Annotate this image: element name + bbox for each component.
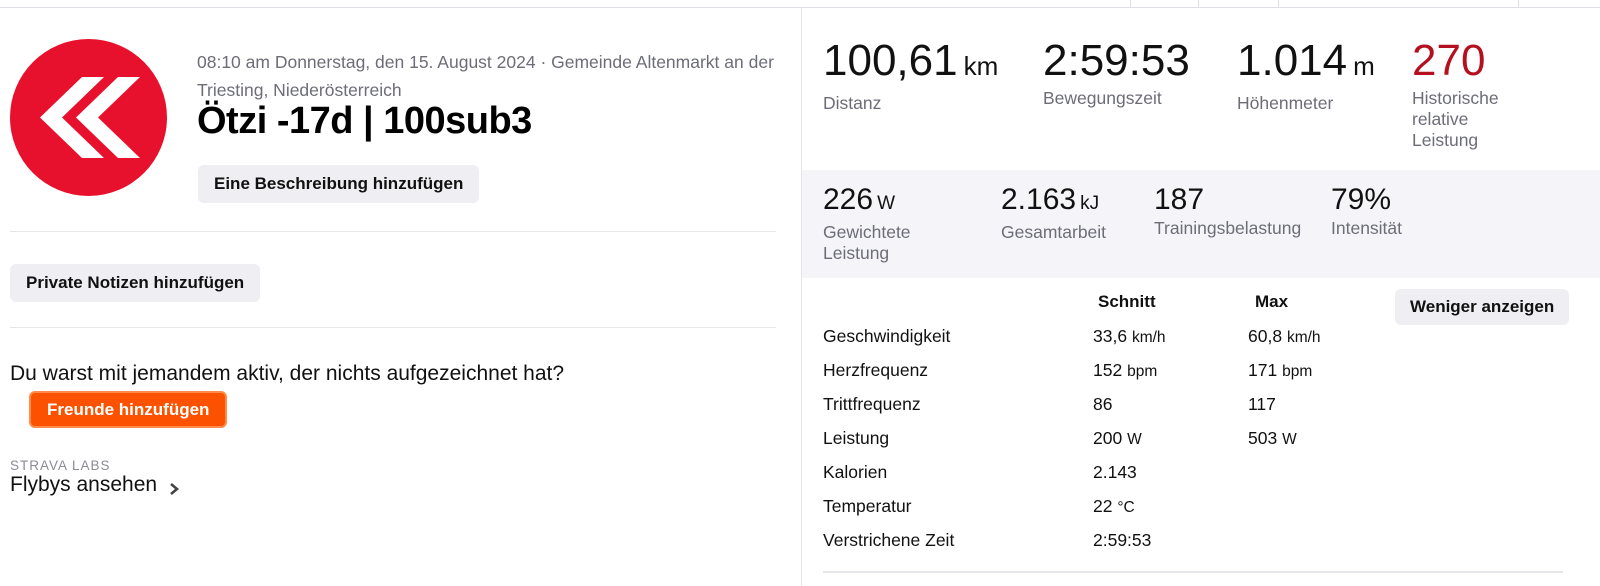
row-max-value: 171 (1248, 360, 1278, 380)
column-header-avg: Schnitt (1098, 292, 1156, 311)
row-max: 60,8 km/h (1248, 326, 1321, 347)
row-avg: 152 bpm (1093, 360, 1157, 381)
row-label: Kalorien (823, 462, 888, 482)
stat-label-line: Leistung (1412, 130, 1479, 150)
stat-value: 2.163 (1001, 183, 1077, 216)
stat-moving-time: 2:59:53 Bewegungszeit (1043, 36, 1190, 109)
row-max-unit: W (1282, 431, 1297, 448)
stat-unit: km (963, 51, 999, 81)
row-avg-value: 86 (1093, 394, 1113, 414)
stat-weighted-power: 226 W Gewichtete Leistung (823, 182, 911, 264)
stat-label: Bewegungszeit (1043, 88, 1162, 108)
stat-label: Trainingsbelastung (1154, 218, 1302, 238)
row-avg-value: 22 (1093, 496, 1113, 516)
strava-labs-tag: STRAVA LABS (10, 458, 111, 473)
stat-value: 226 (823, 183, 874, 216)
stat-value: 79% (1331, 183, 1392, 216)
activity-stats-pane: 100,61 km Distanz 2:59:53 Bewegungszeit 1… (801, 8, 1600, 586)
stat-label: Gesamtarbeit (1001, 222, 1107, 242)
stat-label: Historische relative Leistung (1412, 88, 1499, 151)
secondary-stats-band: 226 W Gewichtete Leistung 2.163 kJ Gesamta… (802, 170, 1600, 278)
table-row: Leistung 200 W 503 W (823, 428, 1383, 462)
table-row: Trittfrequenz 86 117 (823, 394, 1383, 428)
row-label: Herzfrequenz (823, 360, 929, 380)
table-row: Geschwindigkeit 33,6 km/h 60,8 km/h (823, 326, 1383, 360)
top-tab-bar (0, 0, 1600, 8)
row-max: 503 W (1248, 428, 1297, 449)
row-max-unit: km/h (1286, 329, 1321, 346)
row-max-value: 60,8 (1248, 326, 1283, 346)
friends-prompt-text: Du warst mit jemandem aktiv, der nichts … (10, 362, 565, 385)
row-avg-value: 152 (1093, 360, 1123, 380)
row-avg: 22 °C (1093, 496, 1135, 517)
row-max-value: 117 (1248, 394, 1276, 414)
column-header-max: Max (1255, 292, 1289, 311)
stat-elevation: 1.014 m Höhenmeter (1237, 36, 1375, 114)
club-chevron-logo-icon[interactable] (10, 39, 167, 196)
stat-value: 2:59:53 (1043, 36, 1190, 85)
divider (10, 327, 776, 328)
stat-training-load: 187 Trainingsbelastung (1154, 182, 1301, 239)
add-description-button[interactable]: Eine Beschreibung hinzufügen (198, 165, 480, 203)
stat-label-line: relative (1412, 109, 1469, 129)
stat-label-line: Leistung (823, 243, 890, 263)
row-max-unit: bpm (1282, 363, 1313, 380)
stat-value: 1.014 (1237, 36, 1348, 85)
row-label: Trittfrequenz (823, 394, 921, 414)
show-less-button[interactable]: Weniger anzeigen (1395, 289, 1570, 325)
stat-label: Intensität (1331, 218, 1403, 238)
add-private-notes-button[interactable]: Private Notizen hinzufügen (10, 264, 261, 302)
activity-date-location: 08:10 am Donnerstag, den 15. August 2024… (197, 52, 774, 100)
stat-label: Gewichtete Leistung (823, 222, 911, 264)
stat-intensity: 79% Intensität (1331, 182, 1402, 239)
row-avg-value: 200 (1093, 428, 1123, 448)
tab-divider (1130, 0, 1131, 7)
stat-relative-effort[interactable]: 270 Historische relative Leistung (1412, 36, 1499, 151)
row-max: 171 bpm (1248, 360, 1312, 381)
row-avg: 200 W (1093, 428, 1142, 449)
table-row: Herzfrequenz 152 bpm 171 bpm (823, 360, 1383, 394)
row-label: Verstrichene Zeit (823, 530, 955, 550)
activity-summary-pane: 08:10 am Donnerstag, den 15. August 2024… (0, 8, 800, 586)
row-avg-unit: km/h (1131, 329, 1166, 346)
row-avg-unit: W (1127, 431, 1142, 448)
stat-label-line: Gewichtete (823, 222, 911, 242)
stat-label: Höhenmeter (1237, 93, 1334, 113)
row-label: Leistung (823, 428, 890, 448)
add-friends-button[interactable]: Freunde hinzufügen (29, 391, 228, 428)
stat-label: Distanz (823, 93, 882, 113)
row-label: Temperatur (823, 496, 912, 516)
divider (823, 571, 1563, 573)
stat-distance: 100,61 km Distanz (823, 36, 998, 114)
stat-value: 187 (1154, 183, 1205, 216)
table-row: Kalorien 2.143 (823, 462, 1383, 496)
stat-label-line: Historische (1412, 88, 1499, 108)
tab-divider (1198, 0, 1199, 7)
stat-total-work: 2.163 kJ Gesamtarbeit (1001, 182, 1106, 243)
stat-unit: m (1353, 51, 1375, 81)
stat-value: 270 (1412, 36, 1486, 85)
row-avg-value: 2.143 (1093, 462, 1137, 482)
stat-unit: W (877, 193, 895, 214)
activity-title: Ötzi -17d | 100sub3 (197, 100, 532, 142)
stat-value: 100,61 (823, 36, 958, 85)
row-avg-value: 33,6 (1093, 326, 1128, 346)
flybys-link[interactable]: Flybys ansehen (10, 473, 181, 497)
row-max-value: 503 (1248, 428, 1278, 448)
flybys-link-label: Flybys ansehen (10, 473, 158, 496)
row-avg-unit: °C (1117, 499, 1135, 516)
tab-divider (1278, 0, 1279, 7)
divider (10, 231, 776, 232)
row-label: Geschwindigkeit (823, 326, 951, 346)
tab-divider (1518, 0, 1519, 7)
row-avg: 33,6 km/h (1093, 326, 1166, 347)
stat-unit: kJ (1080, 193, 1100, 214)
row-avg-value: 2:59:53 (1093, 530, 1152, 550)
chevron-right-icon (167, 478, 181, 495)
row-avg-unit: bpm (1127, 363, 1158, 380)
table-row: Verstrichene Zeit 2:59:53 (823, 530, 1383, 564)
table-row: Temperatur 22 °C (823, 496, 1383, 530)
